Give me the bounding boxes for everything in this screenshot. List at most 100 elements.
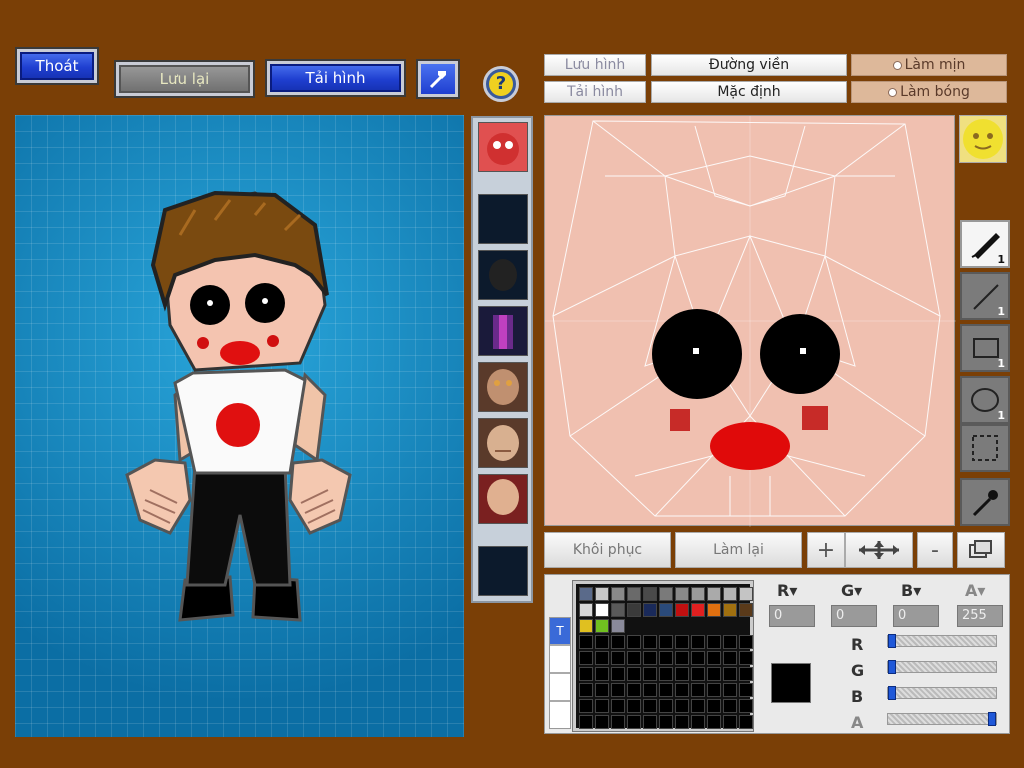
layers-button[interactable] [957,532,1005,568]
r-slider[interactable] [887,634,997,648]
color-swatch[interactable] [739,587,753,601]
save-image-button[interactable]: Lưu hình [544,54,646,76]
swatch-grid[interactable] [572,580,754,732]
texture-thumbnail[interactable] [959,115,1007,163]
color-swatch-empty[interactable] [579,699,593,713]
color-swatch[interactable] [595,587,609,601]
color-swatch-empty[interactable] [675,715,689,729]
palette-tabs[interactable]: T [549,617,571,729]
color-swatch-empty[interactable] [707,667,721,681]
load-button[interactable]: Tải hình [265,59,406,97]
color-swatch-empty[interactable] [707,699,721,713]
color-swatch-empty[interactable] [643,651,657,665]
color-swatch-empty[interactable] [579,651,593,665]
tools-button[interactable] [416,59,460,99]
part-face-1[interactable] [478,362,528,412]
color-swatch-empty[interactable] [707,651,721,665]
part-slot-empty-2[interactable] [478,546,528,596]
color-swatch-empty[interactable] [691,667,705,681]
ellipse-tool[interactable]: 1 [960,376,1010,424]
color-swatch-empty[interactable] [707,683,721,697]
r-header[interactable]: R▾ [777,581,797,600]
color-swatch-empty[interactable] [739,667,753,681]
color-swatch-empty[interactable] [627,651,641,665]
b-value-field[interactable]: 0 [893,605,939,627]
color-swatch-empty[interactable] [643,683,657,697]
color-swatch[interactable] [675,603,689,617]
color-swatch-empty[interactable] [627,683,641,697]
color-swatch-empty[interactable] [611,715,625,729]
color-swatch-empty[interactable] [691,715,705,729]
color-swatch-empty[interactable] [691,651,705,665]
color-swatch-empty[interactable] [675,651,689,665]
color-swatch[interactable] [739,603,753,617]
b-slider[interactable] [887,686,997,700]
texture-canvas[interactable] [544,115,956,527]
palette-tab-active[interactable]: T [550,618,570,644]
color-swatch[interactable] [659,603,673,617]
color-swatch-empty[interactable] [627,715,641,729]
zoom-out-button[interactable]: - [917,532,953,568]
color-swatch-empty[interactable] [627,635,641,649]
color-swatch-empty[interactable] [739,683,753,697]
zoom-in-button[interactable]: + [807,532,845,568]
color-swatch-empty[interactable] [643,635,657,649]
color-swatch-empty[interactable] [723,715,737,729]
color-swatch-empty[interactable] [579,683,593,697]
color-swatch-empty[interactable] [643,715,657,729]
color-swatch[interactable] [691,587,705,601]
select-tool[interactable] [960,424,1010,472]
color-swatch[interactable] [723,603,737,617]
color-swatch-empty[interactable] [723,683,737,697]
exit-button[interactable]: Thoát [15,47,99,85]
color-swatch-empty[interactable] [723,635,737,649]
line-tool[interactable]: 1 [960,272,1010,320]
color-swatch-empty[interactable] [595,683,609,697]
shade-option[interactable]: Làm bóng [851,81,1007,103]
part-face-2[interactable] [478,418,528,468]
color-swatch-empty[interactable] [611,699,625,713]
save-button[interactable]: Lưu lại [114,60,255,98]
color-swatch[interactable] [675,587,689,601]
color-swatch-empty[interactable] [659,667,673,681]
outline-button[interactable]: Đường viền [651,54,847,76]
redo-button[interactable]: Làm lại [675,532,802,568]
color-swatch[interactable] [707,603,721,617]
color-swatch[interactable] [643,587,657,601]
a-value-field[interactable]: 255 [957,605,1003,627]
color-swatch[interactable] [579,603,593,617]
color-swatch[interactable] [707,587,721,601]
smooth-option[interactable]: Làm mịn [851,54,1007,76]
r-value-field[interactable]: 0 [769,605,815,627]
color-swatch-empty[interactable] [595,715,609,729]
color-swatch-empty[interactable] [691,683,705,697]
color-swatch-empty[interactable] [723,667,737,681]
color-swatch[interactable] [643,603,657,617]
color-swatch-empty[interactable] [675,667,689,681]
g-slider-knob[interactable] [888,660,896,674]
r-slider-knob[interactable] [888,634,896,648]
load-image-button[interactable]: Tải hình [544,81,646,103]
color-swatch-empty[interactable] [723,699,737,713]
color-swatch-empty[interactable] [627,699,641,713]
color-swatch[interactable] [595,619,609,633]
g-header[interactable]: G▾ [841,581,862,600]
color-swatch-empty[interactable] [627,667,641,681]
color-swatch-empty[interactable] [611,667,625,681]
help-button[interactable]: ? [483,66,519,102]
color-swatch[interactable] [627,587,641,601]
color-swatch-empty[interactable] [611,635,625,649]
color-swatch-empty[interactable] [691,635,705,649]
color-swatch-empty[interactable] [675,699,689,713]
color-swatch[interactable] [611,619,625,633]
color-swatch-empty[interactable] [739,635,753,649]
restore-button[interactable]: Khôi phục [544,532,671,568]
color-swatch-empty[interactable] [707,635,721,649]
color-swatch-empty[interactable] [739,715,753,729]
color-swatch[interactable] [659,587,673,601]
color-swatch-empty[interactable] [659,715,673,729]
color-swatch-empty[interactable] [707,715,721,729]
color-swatch-empty[interactable] [595,635,609,649]
color-swatch-empty[interactable] [579,715,593,729]
color-swatch[interactable] [611,587,625,601]
